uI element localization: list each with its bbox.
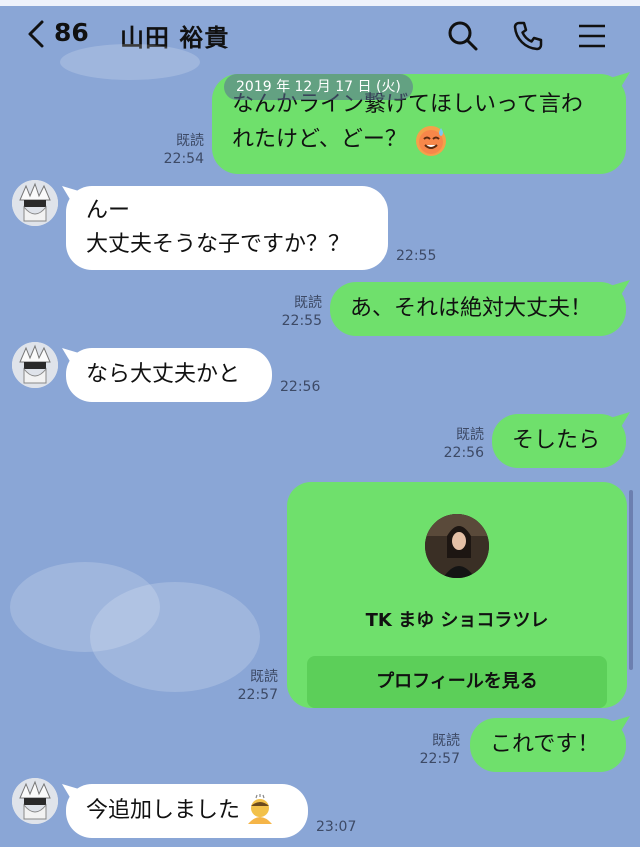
contact-card-avatar (425, 514, 489, 578)
read-receipt: 既読 (456, 427, 484, 443)
contact-card[interactable]: TK まゆ ショコラツレ プロフィールを見る (287, 482, 627, 708)
contact-avatar[interactable] (12, 778, 58, 824)
message-text: 大丈夫そうな子ですか？？ (86, 232, 351, 257)
read-receipt: 既読 (176, 133, 204, 149)
message-bubble-received[interactable]: んー 大丈夫そうな子ですか？？ (66, 186, 388, 270)
message-text: これです！ (490, 732, 600, 757)
message-time: 22:56 (280, 379, 321, 395)
contact-avatar[interactable] (12, 342, 58, 388)
date-separator: 2019 年 12 月 17 日 (火) (224, 74, 413, 100)
background-cloud (60, 44, 200, 80)
message-meta: 既読 22:57 (404, 732, 460, 768)
message-text: れたけど、どー？ (232, 122, 606, 158)
message-bubble-sent[interactable]: これです！ (470, 718, 626, 772)
scrollbar[interactable] (629, 490, 633, 670)
message-time: 22:55 (281, 313, 322, 329)
message-text: んー (86, 198, 131, 223)
message-time: 22:55 (396, 248, 437, 264)
message-time: 22:54 (163, 151, 204, 167)
message-time: 22:57 (419, 751, 460, 767)
menu-icon[interactable] (576, 20, 608, 52)
chat-area[interactable]: なんかライン繋げてほしいって言わ れたけど、どー？ 2019 年 12 月 17… (0, 44, 640, 847)
view-profile-button[interactable]: プロフィールを見る (307, 656, 607, 708)
message-meta: 既読 22:56 (428, 426, 484, 462)
search-icon[interactable] (447, 20, 479, 52)
message-text: そしたら (512, 428, 601, 453)
contact-card-name: TK まゆ ショコラツレ (365, 610, 549, 631)
read-receipt: 既読 (250, 669, 278, 685)
phone-icon[interactable] (512, 20, 544, 52)
message-text-line: れたけど、どー？ (232, 127, 407, 152)
message-text: あ、それは絶対大丈夫！ (350, 296, 593, 321)
message-meta: 既読 22:54 (150, 132, 204, 168)
message-time: 22:57 (237, 687, 278, 703)
read-receipt: 既読 (432, 733, 460, 749)
bowing-person-icon (248, 794, 273, 824)
message-meta: 既読 22:57 (222, 668, 278, 704)
message-bubble-sent[interactable]: あ、それは絶対大丈夫！ (330, 282, 626, 336)
message-time: 22:56 (443, 445, 484, 461)
read-receipt: 既読 (294, 295, 322, 311)
unread-count[interactable]: 86 (54, 18, 89, 47)
message-bubble-received[interactable]: なら大丈夫かと (66, 348, 272, 402)
message-text: なら大丈夫かと (86, 362, 241, 387)
message-bubble-sent[interactable]: そしたら (492, 414, 626, 468)
message-meta: 既読 22:55 (266, 294, 322, 330)
back-chevron-icon[interactable] (22, 16, 52, 52)
message-time: 23:07 (316, 819, 357, 835)
sweat-smile-face-icon (415, 126, 446, 156)
message-bubble-received[interactable]: 今追加しました (66, 784, 308, 838)
message-text: 今追加しました (86, 798, 241, 823)
contact-avatar[interactable] (12, 180, 58, 226)
